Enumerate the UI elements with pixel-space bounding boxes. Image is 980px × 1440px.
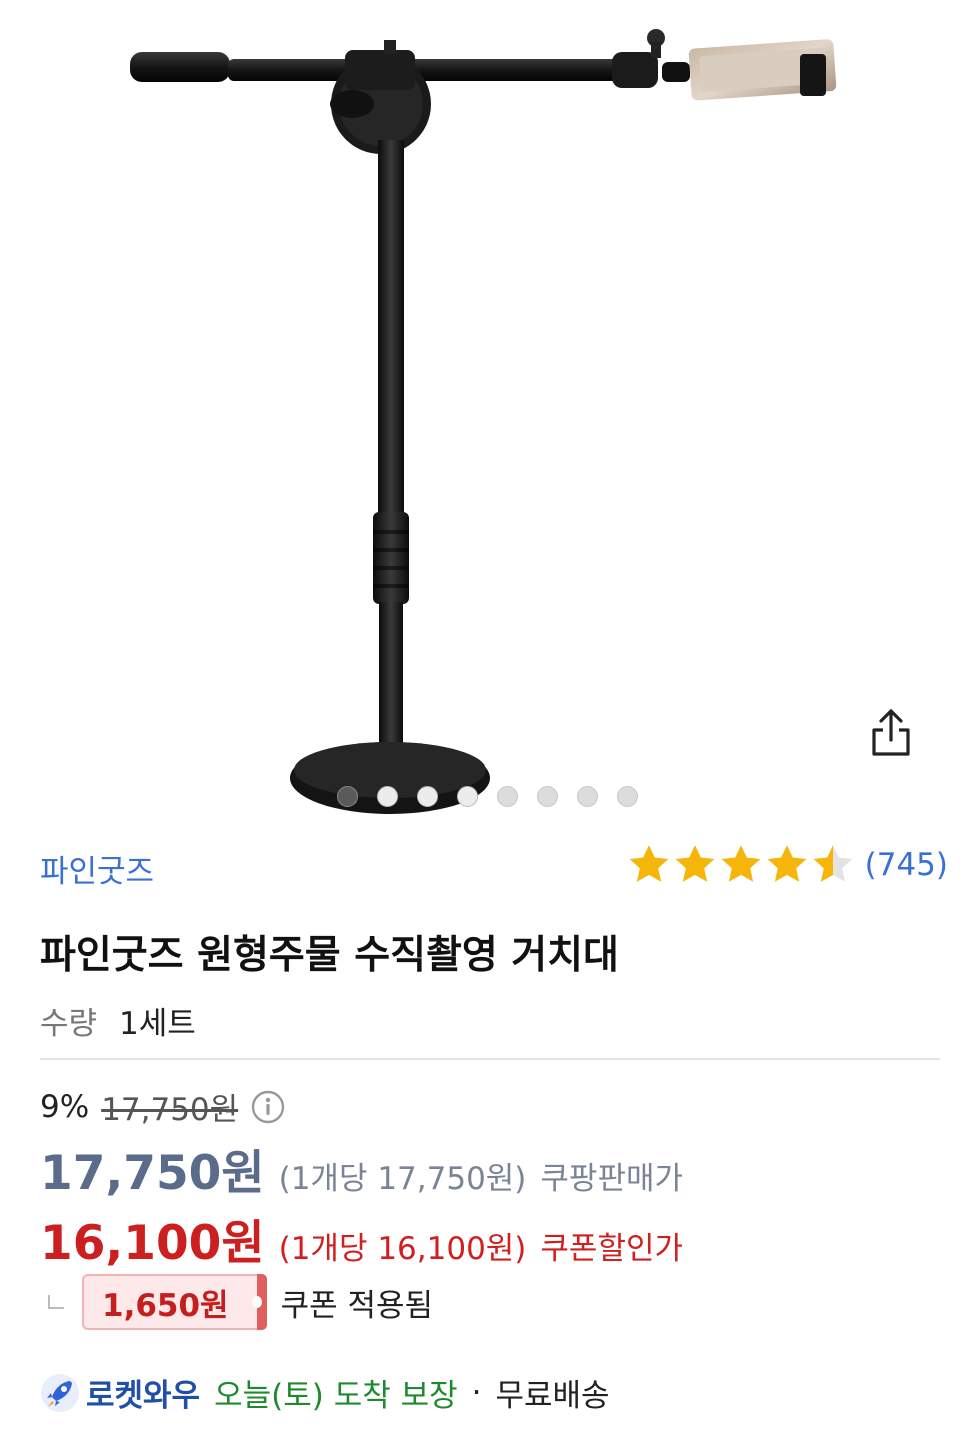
star-icon <box>629 845 669 882</box>
rocket-wow-label: 로켓와우 <box>86 1378 201 1414</box>
pagination-dot[interactable] <box>337 786 358 807</box>
sale-price-label: 쿠팡판매가 <box>540 1161 684 1197</box>
separator: · <box>471 1374 482 1411</box>
coupon-price: 16,100원 <box>40 1216 265 1271</box>
arrival-guarantee: 오늘(토) 도착 보장 <box>214 1378 458 1414</box>
free-shipping: 무료배송 <box>495 1378 610 1414</box>
info-icon <box>251 1090 285 1123</box>
pagination-dot[interactable] <box>537 786 558 807</box>
quantity-label: 수량 <box>40 1006 98 1042</box>
star-icon <box>721 845 761 882</box>
original-price-row: 9% 17,750원 <box>40 1084 286 1129</box>
coupon-price-row: 16,100원 (1개당 16,100원) 쿠폰할인가 <box>40 1204 683 1273</box>
product-title: 파인굿즈 원형주물 수직촬영 거치대 <box>40 933 619 978</box>
coupon-price-label: 쿠폰할인가 <box>540 1231 684 1267</box>
star-icon <box>813 845 853 882</box>
share-icon <box>872 709 910 756</box>
delivery-info: 로켓와우 오늘(토) 도착 보장 · 무료배송 <box>40 1370 610 1415</box>
divider <box>40 1058 940 1060</box>
rating-summary[interactable]: (745) <box>627 843 948 887</box>
gallery-pagination <box>337 786 638 807</box>
product-image <box>130 29 837 814</box>
pagination-dot[interactable] <box>497 786 518 807</box>
corner-indent-icon <box>48 1295 64 1309</box>
coupon-badge[interactable]: 1,650원 <box>82 1274 257 1330</box>
star-rating <box>627 843 855 887</box>
star-icon <box>767 845 807 882</box>
coupon-applied-row: 1,650원 쿠폰 적용됨 <box>40 1274 433 1330</box>
share-button[interactable] <box>868 708 926 766</box>
review-count[interactable]: (745) <box>865 847 948 883</box>
product-image-gallery[interactable] <box>0 0 980 830</box>
quantity-row: 수량 1세트 <box>40 998 196 1043</box>
sale-unit-price: (1개당 17,750원) <box>278 1161 527 1197</box>
sale-price-row: 17,750원 (1개당 17,750원) 쿠팡판매가 <box>40 1134 683 1203</box>
brand-link[interactable]: 파인굿즈 <box>40 846 154 891</box>
pagination-dot[interactable] <box>417 786 438 807</box>
rocket-icon <box>41 1373 79 1412</box>
coupon-applied-text: 쿠폰 적용됨 <box>280 1287 434 1324</box>
sale-price: 17,750원 <box>40 1146 265 1201</box>
discount-rate: 9% <box>40 1088 90 1125</box>
star-icon <box>675 845 715 882</box>
original-price: 17,750원 <box>101 1092 239 1128</box>
coupon-unit-price: (1개당 16,100원) <box>278 1231 527 1267</box>
pagination-dot[interactable] <box>617 786 638 807</box>
quantity-value: 1세트 <box>119 1006 196 1042</box>
pagination-dot[interactable] <box>577 786 598 807</box>
coupon-ticket-edge <box>251 1274 267 1330</box>
info-button[interactable] <box>250 1089 286 1125</box>
pagination-dot[interactable] <box>377 786 398 807</box>
pagination-dot[interactable] <box>457 786 478 807</box>
